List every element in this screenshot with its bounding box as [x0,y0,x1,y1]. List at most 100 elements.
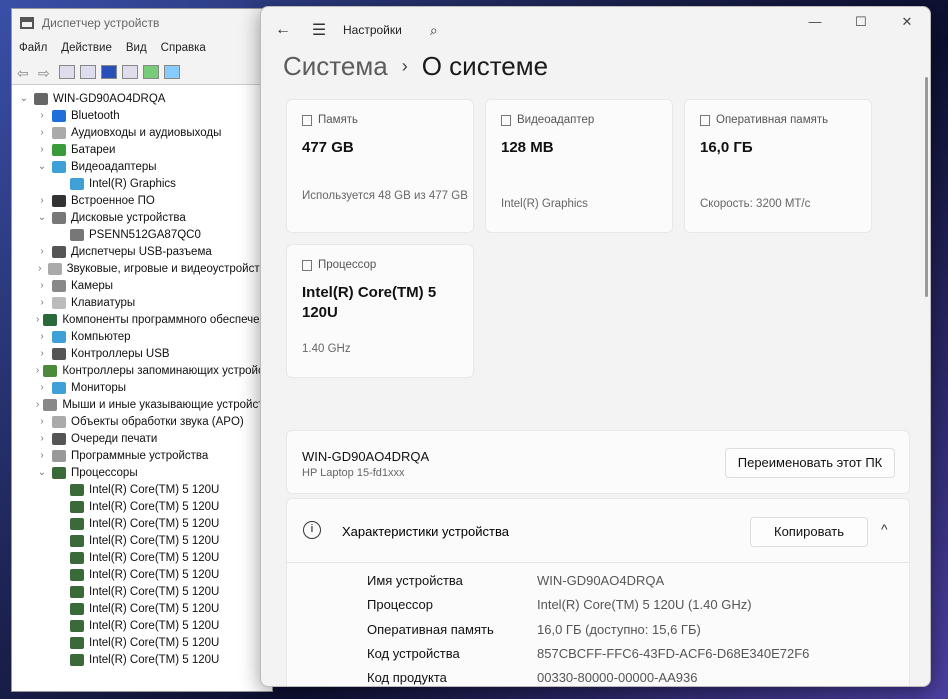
tree-item[interactable]: Intel(R) Core(TM) 5 120U [12,549,272,566]
properties-icon[interactable] [80,64,96,79]
chevron-right-icon[interactable]: › [36,144,48,155]
close-icon[interactable]: ✕ [884,7,930,37]
back-icon[interactable]: ⇦ [17,65,33,81]
chevron-right-icon[interactable]: › [36,331,48,342]
chevron-right-icon[interactable]: › [36,195,48,206]
menu-action[interactable]: Действие [54,42,119,54]
tree-item[interactable]: ⌄ WIN-GD90AO4DRQA [12,90,272,107]
device-icon [43,313,58,326]
tree-item[interactable]: › Контроллеры USB [12,345,272,362]
rename-pc-button[interactable]: Переименовать этот ПК [725,448,895,478]
tree-item[interactable]: Intel(R) Graphics [12,175,272,192]
forward-icon[interactable]: ⇨ [38,65,54,81]
tree-item[interactable]: Intel(R) Core(TM) 5 120U [12,532,272,549]
page-title: О системе [421,51,549,81]
tree-item[interactable]: › Звуковые, игровые и видеоустройства [12,260,272,277]
tree-item-label: Intel(R) Core(TM) 5 120U [89,585,220,598]
chevron-down-icon[interactable]: ⌄ [18,93,30,104]
tree-item[interactable]: ⌄ Видеоадаптеры [12,158,272,175]
chevron-right-icon[interactable]: › [36,433,48,444]
tree-item[interactable]: › Мыши и иные указывающие устройства [12,396,272,413]
scan-hardware-icon[interactable] [164,64,180,79]
tree-item-label: Звуковые, игровые и видеоустройства [66,262,272,275]
chevron-down-icon[interactable]: ⌄ [36,161,48,172]
device-specs-panel: i Характеристики устройства Копировать ^… [286,498,910,686]
tree-item[interactable]: Intel(R) Core(TM) 5 120U [12,600,272,617]
minimize-icon[interactable]: — [792,7,838,37]
tree-item-label: Intel(R) Core(TM) 5 120U [89,636,220,649]
tree-item-label: Intel(R) Core(TM) 5 120U [89,551,220,564]
scrollbar[interactable] [925,77,928,297]
tree-item[interactable]: Intel(R) Core(TM) 5 120U [12,617,272,634]
tree-item[interactable]: Intel(R) Core(TM) 5 120U [12,634,272,651]
spec-card: Память 477 GB Используется 48 GB из 477 GB [286,99,474,233]
tree-item[interactable]: › Программные устройства [12,447,272,464]
spec-key: Код продукта [367,670,447,686]
chevron-right-icon[interactable]: › [36,348,48,359]
help-icon[interactable] [101,64,117,79]
card-value: Intel(R) Core(TM) 5 120U [302,284,437,321]
tree-item-label: Контроллеры USB [71,347,170,360]
tree-item[interactable]: › Компьютер [12,328,272,345]
tree-item[interactable]: PSENN512GA87QC0 [12,226,272,243]
tree-item[interactable]: › Диспетчеры USB-разъема [12,243,272,260]
chevron-right-icon[interactable]: › [36,110,48,121]
device-specs-header[interactable]: i Характеристики устройства Копировать ^ [287,499,909,563]
tree-item[interactable]: › Объекты обработки звука (APO) [12,413,272,430]
tree-item[interactable]: Intel(R) Core(TM) 5 120U [12,498,272,515]
card-subtext: 1.40 GHz [302,343,351,355]
back-arrow-icon[interactable]: ← [265,21,301,39]
tree-item[interactable]: › Аудиовходы и аудиовыходы [12,124,272,141]
device-icon [52,194,66,207]
tree-item[interactable]: › Мониторы [12,379,272,396]
tree-item[interactable]: › Bluetooth [12,107,272,124]
tree-item[interactable]: Intel(R) Core(TM) 5 120U [12,651,272,668]
chevron-right-icon[interactable]: › [36,297,48,308]
chevron-right-icon[interactable]: › [36,127,48,138]
tree-item[interactable]: ⌄ Дисковые устройства [12,209,272,226]
chevron-right-icon[interactable]: › [36,450,48,461]
chevron-right-icon[interactable]: › [36,399,39,410]
tree-item[interactable]: Intel(R) Core(TM) 5 120U [12,566,272,583]
chevron-down-icon[interactable]: ⌄ [36,467,48,478]
device-icon [70,517,84,530]
chevron-right-icon[interactable]: › [36,365,39,376]
menu-file[interactable]: Файл [12,42,54,54]
tree-item[interactable]: Intel(R) Core(TM) 5 120U [12,481,272,498]
tree-item-label: Программные устройства [71,449,209,462]
tree-item[interactable]: Intel(R) Core(TM) 5 120U [12,515,272,532]
chevron-right-icon[interactable]: › [36,280,48,291]
tree-item[interactable]: › Контроллеры запоминающих устройств [12,362,272,379]
maximize-icon[interactable]: ☐ [838,7,884,37]
chevron-right-icon[interactable]: › [36,263,44,274]
device-icon [52,415,66,428]
tree-item[interactable]: › Компоненты программного обеспечения [12,311,272,328]
card-label-text: Видеоадаптер [517,114,595,126]
breadcrumb-system[interactable]: Система [283,51,388,82]
chevron-right-icon[interactable]: › [36,246,48,257]
tree-item[interactable]: › Очереди печати [12,430,272,447]
chevron-down-icon[interactable]: ⌄ [36,212,48,223]
copy-button[interactable]: Копировать [750,517,868,547]
device-icon [52,432,66,445]
tree-item-label: Контроллеры запоминающих устройств [62,364,273,377]
tree-item[interactable]: › Батареи [12,141,272,158]
search-icon[interactable]: ⌕ [416,22,452,39]
tree-item[interactable]: Intel(R) Core(TM) 5 120U [12,583,272,600]
chevron-up-icon[interactable]: ^ [881,521,888,537]
show-hide-console-tree-icon[interactable] [59,64,75,79]
menu-help[interactable]: Справка [154,42,213,54]
tree-item[interactable]: › Встроенное ПО [12,192,272,209]
chevron-right-icon[interactable]: › [36,314,39,325]
menu-view[interactable]: Вид [119,42,154,54]
window-controls: — ☐ ✕ [792,7,930,37]
update-driver-icon[interactable] [143,64,159,79]
tree-item[interactable]: › Камеры [12,277,272,294]
tree-item[interactable]: › Клавиатуры [12,294,272,311]
tree-item-label: Intel(R) Core(TM) 5 120U [89,483,220,496]
chevron-right-icon[interactable]: › [36,416,48,427]
action-pane-icon[interactable] [122,64,138,79]
chevron-right-icon[interactable]: › [36,382,48,393]
tree-item[interactable]: ⌄ Процессоры [12,464,272,481]
hamburger-menu-icon[interactable]: ☰ [301,20,337,40]
